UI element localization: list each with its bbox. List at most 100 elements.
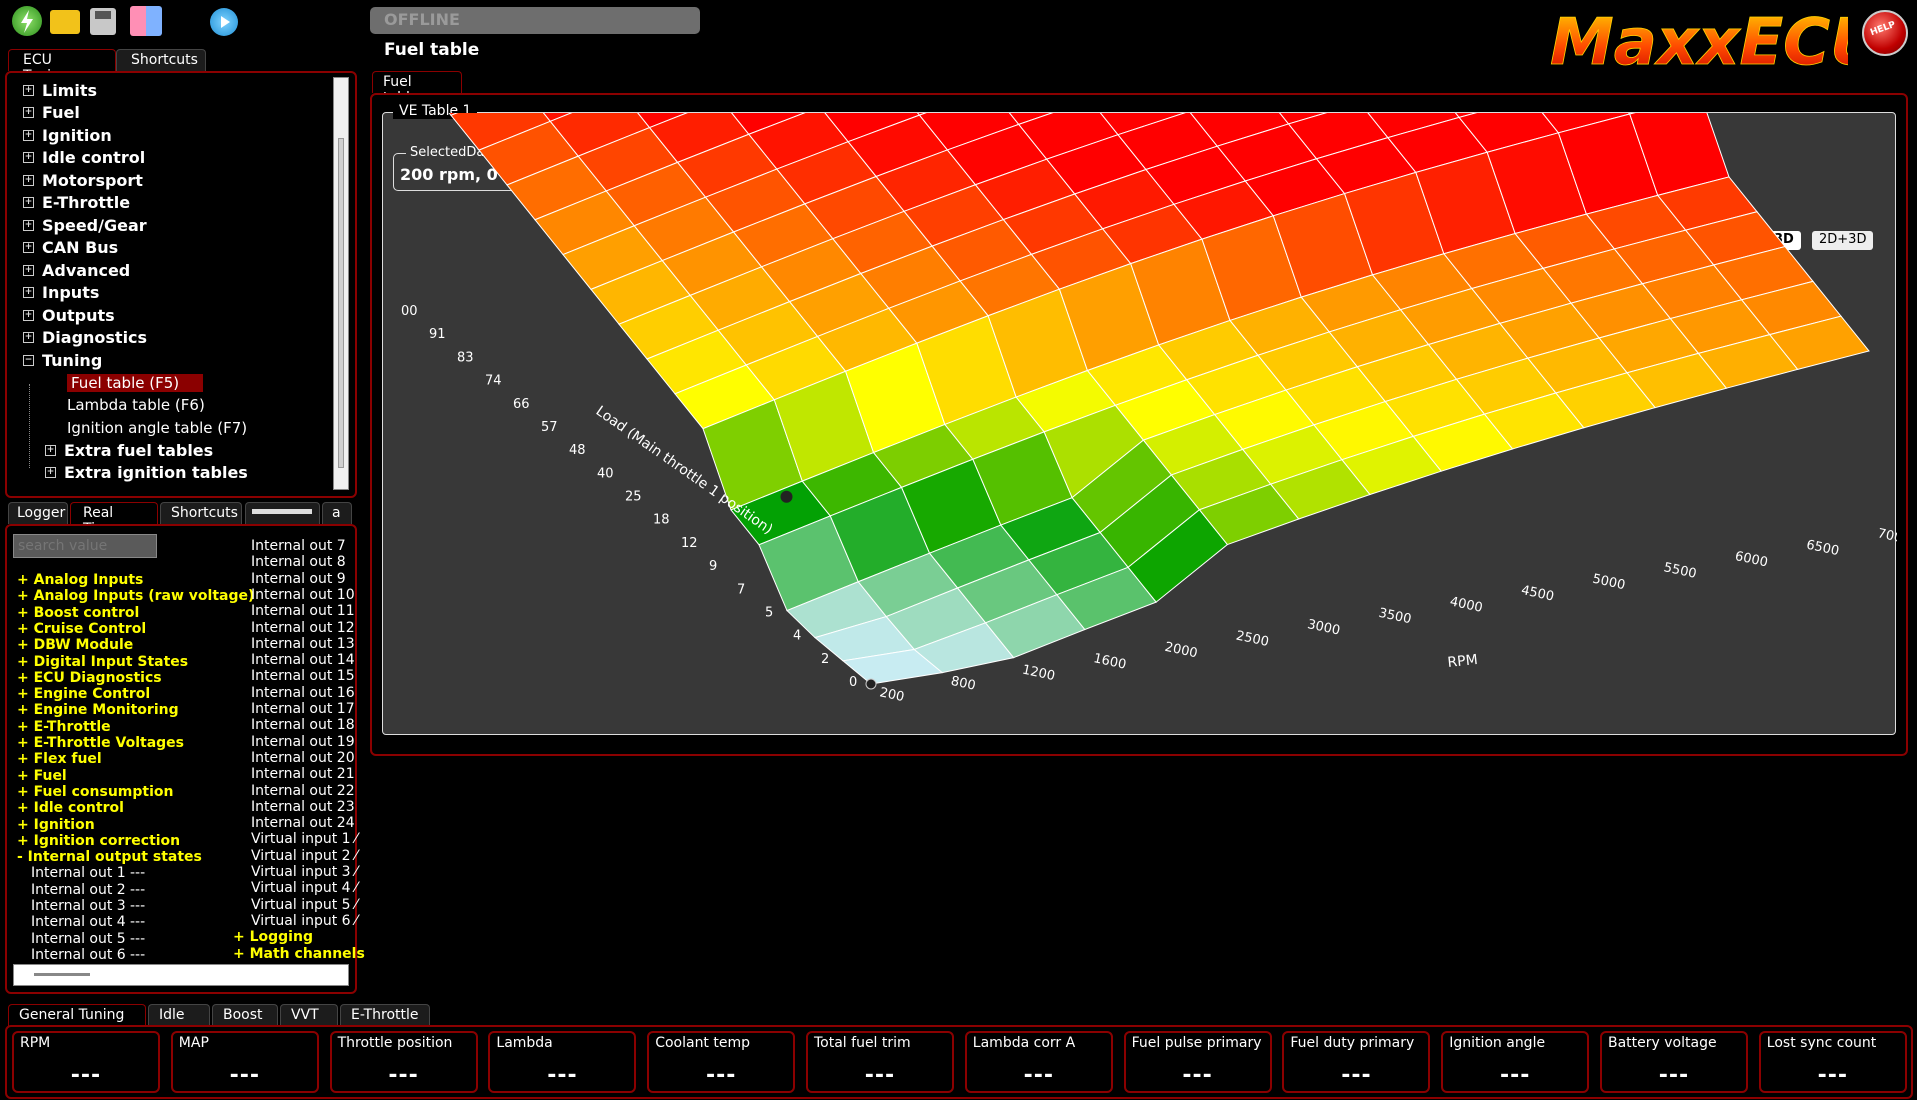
expand-icon[interactable]: + bbox=[45, 467, 56, 478]
tree-item-advanced[interactable]: + Advanced bbox=[23, 259, 130, 281]
realtime-group[interactable]: + E-Throttle bbox=[17, 719, 111, 735]
realtime-group[interactable]: - Internal output states bbox=[17, 849, 202, 865]
tree-item-motorsport[interactable]: + Motorsport bbox=[23, 169, 143, 191]
realtime-channel-name: Internal out 24 bbox=[251, 815, 355, 832]
tree-subitem[interactable]: Lambda table (F6) bbox=[67, 394, 205, 416]
tab-real-time[interactable]: Real Time bbox=[70, 502, 158, 537]
tab-logger[interactable]: Logger bbox=[8, 502, 68, 524]
tree-item-fuel[interactable]: + Fuel bbox=[23, 102, 80, 124]
tree-item-limits[interactable]: + Limits bbox=[23, 79, 97, 101]
tree-subgroup[interactable]: + Extra fuel tables bbox=[45, 439, 213, 461]
expand-icon[interactable]: + bbox=[23, 84, 34, 96]
tab-blank-bar bbox=[252, 509, 312, 514]
selected-cell-marker[interactable] bbox=[865, 678, 877, 690]
tree-subitem[interactable]: Fuel table (F5) bbox=[67, 372, 204, 394]
realtime-group[interactable]: + Engine Control bbox=[17, 686, 150, 702]
tab-idle[interactable]: Idle bbox=[148, 1004, 210, 1026]
realtime-hscrollbar-thumb[interactable] bbox=[34, 973, 90, 976]
realtime-group[interactable]: + Ignition bbox=[17, 817, 95, 833]
tab-shortcuts[interactable]: Shortcuts bbox=[116, 49, 206, 71]
rpm-tick-label: 3000 bbox=[1306, 617, 1341, 639]
tree-scrollbar-thumb[interactable] bbox=[338, 138, 344, 468]
tree-item-speed-gear[interactable]: + Speed/Gear bbox=[23, 214, 147, 236]
search-input[interactable] bbox=[13, 534, 157, 558]
tree-item-outputs[interactable]: + Outputs bbox=[23, 304, 115, 326]
gauge-label: Total fuel trim bbox=[814, 1035, 911, 1051]
connect-icon[interactable] bbox=[12, 6, 42, 36]
tab-fuel-table[interactable]: Fuel table bbox=[372, 71, 462, 106]
play-icon[interactable] bbox=[210, 8, 238, 36]
realtime-channel-name: Virtual input 3 ⁄ bbox=[251, 864, 358, 880]
realtime-group[interactable]: + Cruise Control bbox=[17, 621, 146, 637]
save-icon[interactable] bbox=[90, 8, 116, 35]
expand-icon[interactable]: + bbox=[23, 174, 34, 186]
realtime-channel-value: --- bbox=[130, 881, 146, 898]
gauge-value: --- bbox=[705, 1063, 737, 1088]
expand-icon[interactable]: + bbox=[23, 242, 34, 253]
expand-icon[interactable]: + bbox=[23, 152, 34, 163]
realtime-group[interactable]: + Analog Inputs (raw voltage) bbox=[17, 588, 254, 604]
tree-item-label: Motorsport bbox=[42, 170, 143, 190]
tree-subitem[interactable]: Ignition angle table (F7) bbox=[67, 417, 247, 439]
load-tick-label: 00 bbox=[401, 304, 418, 319]
tab-ecu-tuning[interactable]: ECU Tuning bbox=[8, 49, 116, 84]
expand-icon[interactable]: + bbox=[45, 444, 56, 456]
expand-icon[interactable]: + bbox=[23, 197, 34, 208]
tab-shortcuts-2[interactable]: Shortcuts bbox=[160, 502, 242, 524]
tree-scrollbar[interactable] bbox=[333, 77, 349, 490]
tree-item-diagnostics[interactable]: + Diagnostics bbox=[23, 327, 147, 349]
realtime-group[interactable]: + Engine Monitoring bbox=[17, 702, 179, 718]
tab-a[interactable]: a bbox=[322, 502, 352, 524]
realtime-group[interactable]: + E-Throttle Voltages bbox=[17, 735, 184, 751]
gauge-value: --- bbox=[70, 1063, 102, 1088]
realtime-group[interactable]: + Flex fuel bbox=[17, 751, 102, 767]
realtime-channel-name: Internal out 19 bbox=[251, 733, 355, 750]
realtime-group[interactable]: + Digital Input States bbox=[17, 654, 188, 670]
realtime-hscrollbar[interactable] bbox=[13, 964, 349, 986]
expand-icon[interactable]: + bbox=[23, 219, 34, 231]
realtime-channel-value: --- bbox=[130, 898, 146, 914]
tree-item-label: Idle control bbox=[42, 148, 146, 167]
tab-blank[interactable] bbox=[245, 502, 320, 524]
open-folder-icon[interactable] bbox=[50, 10, 80, 34]
tree-item-tuning[interactable]: − Tuning bbox=[23, 349, 102, 371]
tree-item-label: Speed/Gear bbox=[42, 215, 147, 235]
realtime-group[interactable]: + Analog Inputs bbox=[17, 572, 143, 588]
tab-general-tuning[interactable]: General Tuning bbox=[8, 1004, 146, 1026]
collapse-icon[interactable]: − bbox=[23, 354, 34, 366]
tab-boost[interactable]: Boost bbox=[212, 1004, 278, 1026]
tree-item-e-throttle[interactable]: + E-Throttle bbox=[23, 192, 130, 214]
svg-text:MaxxECU: MaxxECU bbox=[1550, 6, 1848, 76]
gauge-value: --- bbox=[547, 1063, 578, 1088]
expand-icon[interactable]: + bbox=[23, 107, 34, 118]
realtime-group[interactable]: + Logging bbox=[233, 929, 313, 945]
realtime-group[interactable]: + DBW Module bbox=[17, 637, 133, 653]
tab-vvt[interactable]: VVT bbox=[280, 1004, 338, 1026]
ve-surface-chart[interactable]: 200800 1200160020002500300035004000450050… bbox=[383, 113, 1897, 736]
tree-connector bbox=[29, 383, 30, 468]
tree-item-inputs[interactable]: + Inputs bbox=[23, 282, 99, 304]
gauge-value: --- bbox=[1023, 1063, 1054, 1088]
realtime-channel-name: Virtual input 6 ⁄ bbox=[251, 912, 358, 929]
expand-icon[interactable]: + bbox=[23, 264, 34, 276]
tab-e-throttle[interactable]: E-Throttle bbox=[340, 1004, 430, 1026]
realtime-group[interactable]: + ECU Diagnostics bbox=[17, 670, 162, 686]
tree-item-idle-control[interactable]: + Idle control bbox=[23, 147, 145, 169]
help-button[interactable]: HELP bbox=[1862, 10, 1908, 56]
realtime-group[interactable]: + Ignition correction bbox=[17, 833, 180, 849]
tree-item-can-bus[interactable]: + CAN Bus bbox=[23, 237, 118, 259]
realtime-group[interactable]: + Boost control bbox=[17, 605, 139, 621]
tree-subgroup[interactable]: + Extra ignition tables bbox=[45, 462, 248, 484]
realtime-group[interactable]: + Fuel bbox=[17, 768, 67, 784]
tree-item-ignition[interactable]: + Ignition bbox=[23, 124, 112, 146]
realtime-group[interactable]: + Fuel consumption bbox=[17, 784, 173, 800]
expand-icon[interactable]: + bbox=[23, 287, 34, 298]
realtime-group[interactable]: + Math channels bbox=[233, 946, 365, 962]
expand-icon[interactable]: + bbox=[23, 129, 34, 141]
expand-icon[interactable]: + bbox=[23, 332, 34, 343]
compare-icon[interactable] bbox=[130, 6, 162, 36]
realtime-group[interactable]: + Idle control bbox=[17, 800, 124, 816]
gauge-value: --- bbox=[864, 1063, 896, 1088]
expand-icon[interactable]: + bbox=[23, 309, 34, 321]
realtime-channel-name: Internal out 2 bbox=[31, 881, 126, 898]
